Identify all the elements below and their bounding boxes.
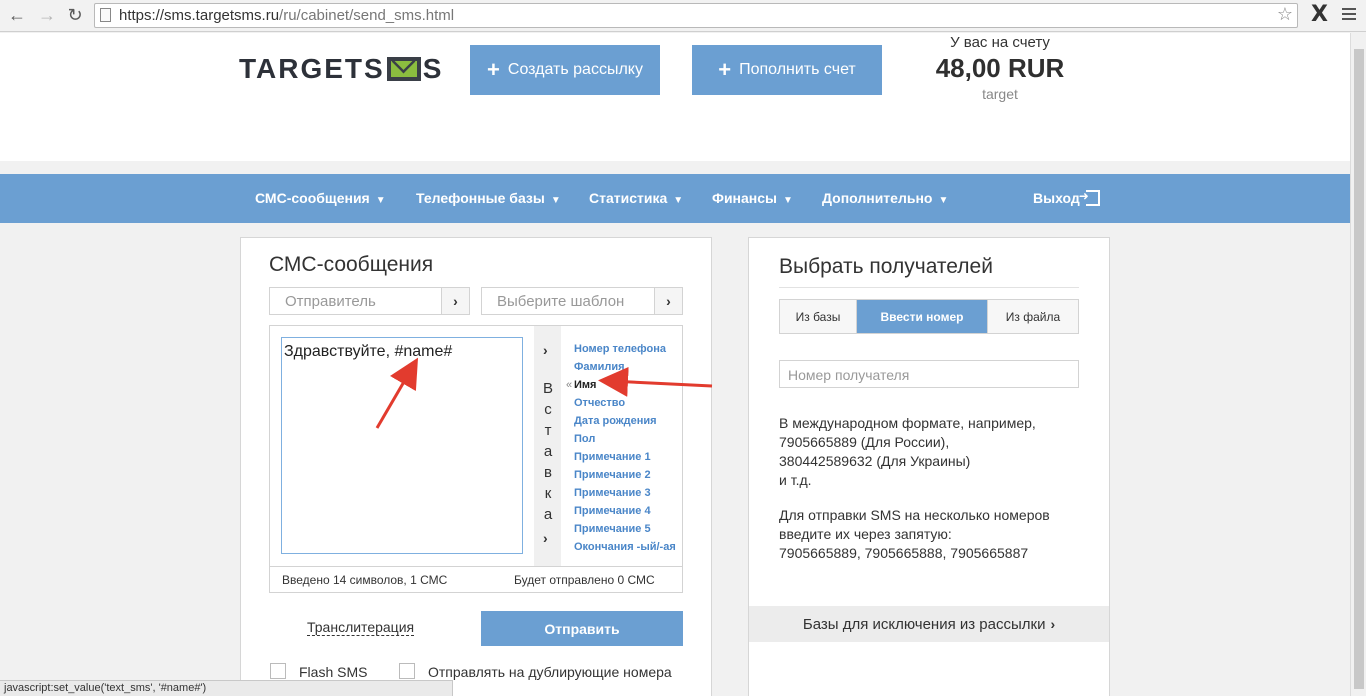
multiple-numbers-help: Для отправки SMS на несколько номеров вв…: [779, 507, 1050, 561]
scrollbar-thumb[interactable]: [1354, 49, 1364, 689]
variable-note-3[interactable]: Примечание 3: [574, 484, 676, 502]
duplicate-numbers-checkbox[interactable]: [399, 663, 415, 679]
recipient-tabs: Из базы Ввести номер Из файла: [779, 299, 1079, 334]
divider: [779, 287, 1079, 288]
plus-icon: +: [487, 57, 500, 82]
send-button[interactable]: Отправить: [481, 611, 683, 646]
balance-amount: 48,00 RUR: [935, 53, 1065, 83]
browser-status-bar: javascript:set_value('text_sms', '#name#…: [0, 680, 453, 696]
divider: [270, 566, 682, 567]
flash-sms-label: Flash SMS: [299, 664, 368, 680]
menu-item-finance[interactable]: Финансы ▼: [712, 190, 793, 206]
browser-toolbar: ← → ↻ https://sms.targetsms.ru/ru/cabine…: [0, 0, 1366, 32]
menu-item-sms[interactable]: СМС-сообщения ▼: [255, 190, 386, 206]
balance-block: У вас на счету 48,00 RUR target: [920, 34, 1080, 102]
chevron-right-icon[interactable]: ›: [543, 530, 548, 546]
variable-note-5[interactable]: Примечание 5: [574, 520, 676, 538]
variable-phone[interactable]: Номер телефона: [574, 340, 676, 358]
tab-from-base[interactable]: Из базы: [780, 300, 857, 333]
chevron-right-icon: ›: [1050, 616, 1056, 632]
sender-select[interactable]: Отправитель ›: [269, 287, 470, 315]
chevron-right-icon[interactable]: ›: [654, 288, 682, 314]
forward-icon[interactable]: →: [36, 4, 58, 26]
variable-list: Номер телефона Фамилия Имя Отчество Дата…: [566, 340, 676, 556]
site-header: [0, 33, 1350, 161]
variable-name[interactable]: Имя: [566, 376, 676, 394]
chevron-down-icon: ▼: [375, 195, 386, 206]
page-scrollbar[interactable]: [1350, 33, 1366, 696]
symbol-counter: Введено 14 символов, 1 СМС: [282, 573, 448, 587]
insert-toggle[interactable]: › В с т а в к а ›: [534, 326, 561, 566]
variable-gender[interactable]: Пол: [574, 430, 676, 448]
tab-enter-number[interactable]: Ввести номер: [857, 300, 988, 333]
menu-item-more[interactable]: Дополнительно ▼: [822, 190, 948, 206]
logout-link[interactable]: Выход: [1033, 189, 1100, 206]
bookmark-star-icon[interactable]: ☆: [1277, 4, 1293, 25]
browser-menu-icon[interactable]: [1342, 8, 1356, 23]
page-icon: [100, 8, 111, 22]
variable-note-4[interactable]: Примечание 4: [574, 502, 676, 520]
main-menu: СМС-сообщения ▼ Телефонные базы ▼ Статисти…: [0, 174, 1350, 223]
variable-note-2[interactable]: Примечание 2: [574, 466, 676, 484]
chevron-down-icon: ▼: [938, 195, 949, 206]
recipients-panel-title: Выбрать получателей: [779, 255, 993, 278]
message-textarea[interactable]: Здравствуйте, #name#: [281, 337, 523, 554]
chevron-down-icon: ▼: [673, 195, 684, 206]
chevron-right-icon[interactable]: ›: [441, 288, 469, 314]
send-counter: Будет отправлено 0 СМС: [514, 573, 655, 587]
chevron-down-icon: ▼: [783, 195, 793, 206]
exclusion-bases-toggle[interactable]: Базы для исключения из рассылки ›: [749, 606, 1109, 642]
url-text: https://sms.targetsms.ru/ru/cabinet/send…: [119, 7, 455, 24]
username: target: [982, 86, 1018, 102]
logout-icon: [1079, 189, 1100, 206]
transliteration-link[interactable]: Транслитерация: [307, 619, 415, 636]
menu-item-statistics[interactable]: Статистика ▼: [589, 190, 683, 206]
back-icon[interactable]: ←: [6, 4, 28, 26]
create-campaign-button[interactable]: + Создать рассылку: [470, 45, 660, 95]
menu-item-phone-bases[interactable]: Телефонные базы ▼: [416, 190, 561, 206]
logo[interactable]: TARGETS S: [239, 53, 443, 85]
flash-sms-checkbox[interactable]: [270, 663, 286, 679]
format-help: В международном формате, например, 79056…: [779, 415, 1036, 488]
variable-patronymic[interactable]: Отчество: [574, 394, 676, 412]
envelope-icon: [386, 57, 421, 81]
variable-birthdate[interactable]: Дата рождения: [574, 412, 676, 430]
balance-label: У вас на счету: [950, 34, 1050, 51]
variable-note-1[interactable]: Примечание 1: [574, 448, 676, 466]
plus-icon: +: [718, 57, 732, 82]
duplicate-numbers-label: Отправлять на дублирующие номера: [428, 664, 672, 680]
topup-button[interactable]: + Пополнить счет: [692, 45, 882, 95]
address-bar[interactable]: https://sms.targetsms.ru/ru/cabinet/send…: [94, 3, 1298, 28]
variable-endings[interactable]: Окончания -ый/-ая: [574, 538, 676, 556]
insert-label: В с т а в к а: [542, 380, 553, 523]
template-select[interactable]: Выберите шаблон ›: [481, 287, 683, 315]
recipient-number-input[interactable]: Номер получателя: [779, 360, 1079, 388]
sms-panel-title: СМС-сообщения: [269, 253, 434, 276]
tab-from-file[interactable]: Из файла: [988, 300, 1078, 333]
chevron-down-icon: ▼: [550, 195, 561, 206]
reload-icon[interactable]: ↻: [64, 4, 86, 26]
chevron-right-icon[interactable]: ›: [543, 342, 548, 358]
variable-lastname[interactable]: Фамилия: [574, 358, 676, 376]
extension-icon[interactable]: X: [1311, 2, 1328, 27]
